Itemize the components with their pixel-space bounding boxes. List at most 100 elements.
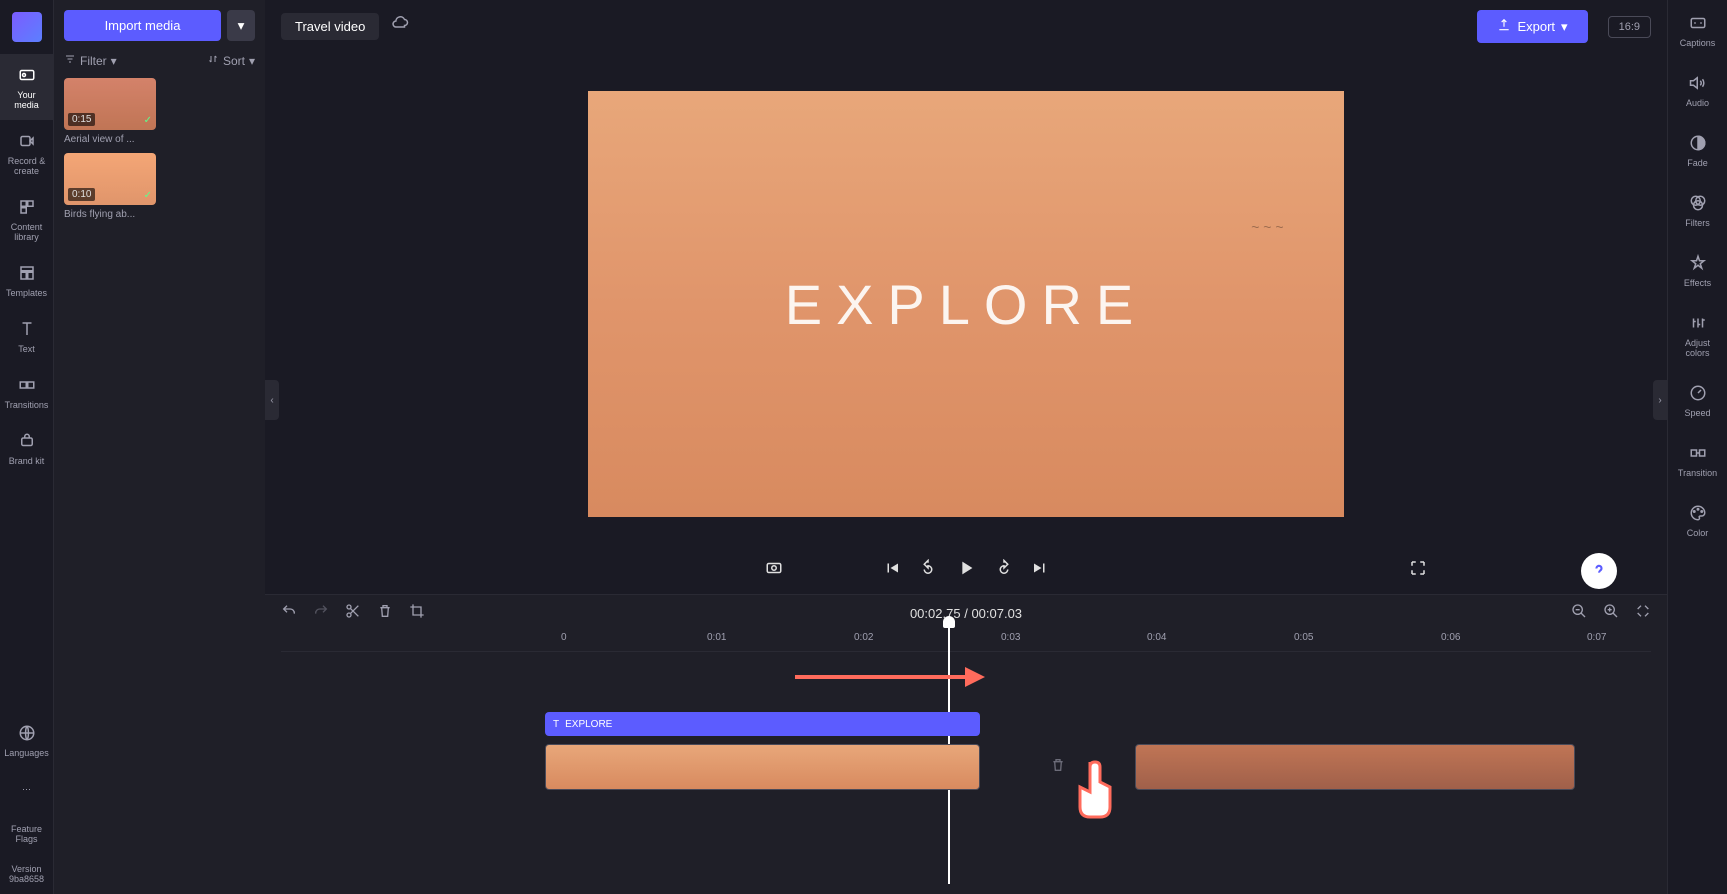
timeline-tick: 0:03 bbox=[1001, 632, 1020, 643]
sidebar-item-record[interactable]: Record & create bbox=[0, 120, 53, 186]
timeline-tick: 0:06 bbox=[1441, 632, 1460, 643]
filter-button[interactable]: Filter ▾ bbox=[64, 53, 117, 68]
right-item-label: Speed bbox=[1684, 408, 1710, 418]
text-track-clip[interactable]: T EXPLORE bbox=[545, 712, 980, 736]
import-media-button[interactable]: Import media bbox=[64, 10, 221, 41]
timeline-tick: 0:07 bbox=[1587, 632, 1606, 643]
redo-button[interactable] bbox=[313, 603, 329, 624]
collapse-media-panel-button[interactable]: ‹ bbox=[265, 380, 279, 420]
cloud-sync-icon[interactable] bbox=[391, 15, 409, 38]
undo-button[interactable] bbox=[281, 603, 297, 624]
export-button[interactable]: Export ▾ bbox=[1477, 10, 1587, 43]
fullscreen-button[interactable] bbox=[1409, 559, 1427, 582]
timeline-toolbar: 00:02.75 / 00:07.03 bbox=[265, 595, 1667, 632]
chevron-down-icon: ▾ bbox=[1561, 19, 1568, 35]
clip-name: Aerial view of ... bbox=[64, 134, 156, 145]
sidebar-item-text[interactable]: Text bbox=[0, 308, 53, 364]
export-label: Export bbox=[1517, 19, 1555, 34]
video-track-clip-2[interactable] bbox=[1135, 744, 1575, 790]
collapse-right-panel-button[interactable]: › bbox=[1653, 380, 1667, 420]
right-item-label: Color bbox=[1687, 528, 1709, 538]
timeline-ruler[interactable]: 0 0:01 0:02 0:03 0:04 0:05 0:06 0:07 bbox=[281, 632, 1651, 652]
captions-icon bbox=[1687, 12, 1709, 34]
right-item-speed[interactable]: Speed bbox=[1668, 370, 1727, 430]
timeline-tick: 0:01 bbox=[707, 632, 726, 643]
right-item-transition[interactable]: Transition bbox=[1668, 430, 1727, 490]
sidebar-item-label: Text bbox=[18, 344, 35, 354]
player-controls bbox=[265, 547, 1667, 594]
brand-icon bbox=[16, 430, 38, 452]
sidebar-item-label: Record & create bbox=[4, 156, 49, 176]
sidebar-item-feature-flags[interactable]: Feature Flags bbox=[0, 814, 53, 854]
check-icon: ✓ bbox=[144, 190, 152, 201]
video-track-clip-1[interactable] bbox=[545, 744, 980, 790]
sidebar-item-brand-kit[interactable]: Brand kit bbox=[0, 420, 53, 476]
sidebar-item-transitions[interactable]: Transitions bbox=[0, 364, 53, 420]
right-item-label: Adjust colors bbox=[1672, 338, 1723, 358]
right-item-audio[interactable]: Audio bbox=[1668, 60, 1727, 120]
import-dropdown-button[interactable]: ▾ bbox=[227, 10, 255, 41]
clip-duration: 0:10 bbox=[68, 188, 95, 201]
right-item-label: Fade bbox=[1687, 158, 1708, 168]
preview-canvas[interactable]: EXPLORE bbox=[588, 91, 1344, 517]
birds-decoration bbox=[1251, 219, 1283, 235]
right-item-color[interactable]: Color bbox=[1668, 490, 1727, 550]
timeline-tick: 0:02 bbox=[854, 632, 873, 643]
project-title-input[interactable]: Travel video bbox=[281, 13, 379, 40]
filters-icon bbox=[1687, 192, 1709, 214]
zoom-out-button[interactable] bbox=[1571, 603, 1587, 624]
sort-button[interactable]: Sort ▾ bbox=[207, 53, 255, 68]
sidebar-item-label: Brand kit bbox=[9, 456, 45, 466]
sidebar-item-label: Version 9ba8658 bbox=[4, 864, 49, 884]
aspect-ratio-button[interactable]: 16:9 bbox=[1608, 16, 1651, 38]
app-logo[interactable] bbox=[12, 12, 42, 42]
zoom-in-button[interactable] bbox=[1603, 603, 1619, 624]
delete-button[interactable] bbox=[377, 603, 393, 624]
media-thumbnail: 0:10 ✓ bbox=[64, 153, 156, 205]
transitions-icon bbox=[16, 374, 38, 396]
skip-forward-button[interactable] bbox=[1031, 559, 1049, 582]
right-item-label: Captions bbox=[1680, 38, 1716, 48]
skip-back-button[interactable] bbox=[883, 559, 901, 582]
media-thumbnail: 0:15 ✓ bbox=[64, 78, 156, 130]
right-item-label: Effects bbox=[1684, 278, 1711, 288]
crop-button[interactable] bbox=[409, 603, 425, 624]
globe-icon bbox=[16, 722, 38, 744]
preview-area: EXPLORE bbox=[265, 53, 1667, 547]
text-clip-label: EXPLORE bbox=[565, 719, 612, 730]
zoom-fit-button[interactable] bbox=[1635, 603, 1651, 624]
sidebar-item-label: Feature Flags bbox=[4, 824, 49, 844]
timeline-tick: 0 bbox=[561, 632, 567, 643]
rewind-button[interactable] bbox=[919, 559, 937, 582]
sidebar-item-label: Your media bbox=[4, 90, 49, 110]
chevron-down-icon: ▾ bbox=[111, 54, 117, 68]
right-item-captions[interactable]: Captions bbox=[1668, 0, 1727, 60]
sidebar-item-templates[interactable]: Templates bbox=[0, 252, 53, 308]
adjust-icon bbox=[1687, 312, 1709, 334]
sidebar-item-content-library[interactable]: Content library bbox=[0, 186, 53, 252]
sidebar-item-more[interactable]: ⋯ bbox=[0, 768, 53, 814]
clip-duration: 0:15 bbox=[68, 113, 95, 126]
sidebar-item-languages[interactable]: Languages bbox=[0, 712, 53, 768]
snapshot-button[interactable] bbox=[765, 559, 783, 582]
split-button[interactable] bbox=[345, 603, 361, 624]
right-item-adjust-colors[interactable]: Adjust colors bbox=[1668, 300, 1727, 370]
right-item-filters[interactable]: Filters bbox=[1668, 180, 1727, 240]
sidebar-item-your-media[interactable]: Your media bbox=[0, 54, 53, 120]
text-icon: T bbox=[553, 719, 559, 730]
media-clip-2[interactable]: 0:10 ✓ Birds flying ab... bbox=[64, 153, 156, 220]
media-clip-1[interactable]: 0:15 ✓ Aerial view of ... bbox=[64, 78, 156, 145]
right-sidebar: Captions Audio Fade Filters Effects Adju… bbox=[1667, 0, 1727, 894]
media-icon bbox=[16, 64, 38, 86]
right-item-label: Audio bbox=[1686, 98, 1709, 108]
sidebar-item-label: Content library bbox=[4, 222, 49, 242]
sidebar-item-version[interactable]: Version 9ba8658 bbox=[0, 854, 53, 894]
play-button[interactable] bbox=[955, 557, 977, 584]
total-time: 00:07.03 bbox=[971, 606, 1022, 621]
help-button[interactable] bbox=[1581, 553, 1617, 589]
forward-button[interactable] bbox=[995, 559, 1013, 582]
more-icon: ⋯ bbox=[16, 778, 38, 800]
right-item-effects[interactable]: Effects bbox=[1668, 240, 1727, 300]
right-item-fade[interactable]: Fade bbox=[1668, 120, 1727, 180]
audio-icon bbox=[1687, 72, 1709, 94]
